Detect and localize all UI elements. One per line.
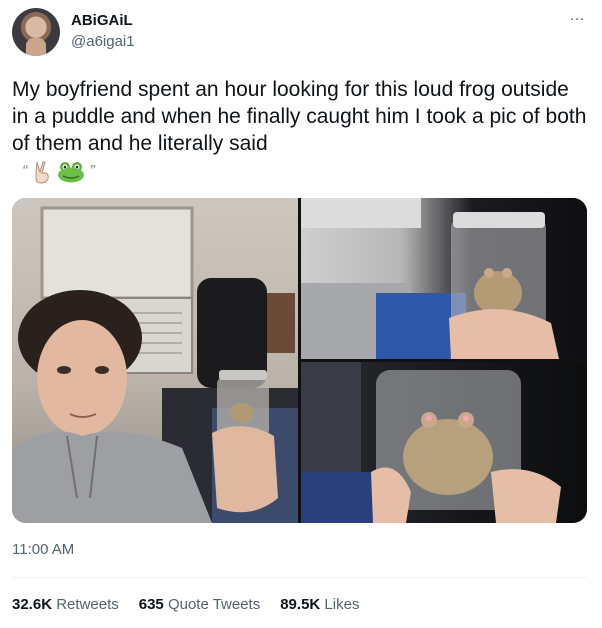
retweets-count: 32.6K <box>12 596 53 613</box>
frog-face-icon <box>57 161 85 183</box>
likes-label: Likes <box>324 596 360 613</box>
engagement-stats: 32.6K Retweets 635 Quote Tweets 89.5K Li… <box>12 596 359 613</box>
photo-frog-jar-closeup-bottom[interactable] <box>301 362 587 523</box>
open-quote: “ <box>22 163 28 180</box>
tweet-text: My boyfriend spent an hour looking for t… <box>12 78 587 155</box>
likes-stat[interactable]: 89.5K Likes <box>280 596 359 613</box>
retweets-stat[interactable]: 32.6K Retweets <box>12 596 119 613</box>
more-options-icon[interactable]: … <box>569 7 586 25</box>
avatar[interactable] <box>12 8 60 56</box>
likes-count: 89.5K <box>280 596 321 613</box>
photo-frog-jar-closeup-top[interactable] <box>301 198 587 359</box>
photo-man-holding-frog-jar[interactable] <box>12 198 298 523</box>
quote-tweets-stat[interactable]: 635 Quote Tweets <box>139 596 260 613</box>
divider-top <box>12 577 587 578</box>
victory-hand-icon <box>31 160 53 184</box>
user-handle[interactable]: @a6igai1 <box>71 33 135 50</box>
display-name[interactable]: ABiGAiL <box>71 12 133 29</box>
quote-tweets-label: Quote Tweets <box>167 596 261 613</box>
close-quote: ” <box>89 163 95 180</box>
tweet-timestamp[interactable]: 11:00 AM <box>12 541 74 558</box>
media-grid[interactable] <box>12 198 587 523</box>
emoji-line: “ ” <box>22 157 95 187</box>
quote-tweets-count: 635 <box>138 596 164 613</box>
retweets-label: Retweets <box>56 596 119 613</box>
